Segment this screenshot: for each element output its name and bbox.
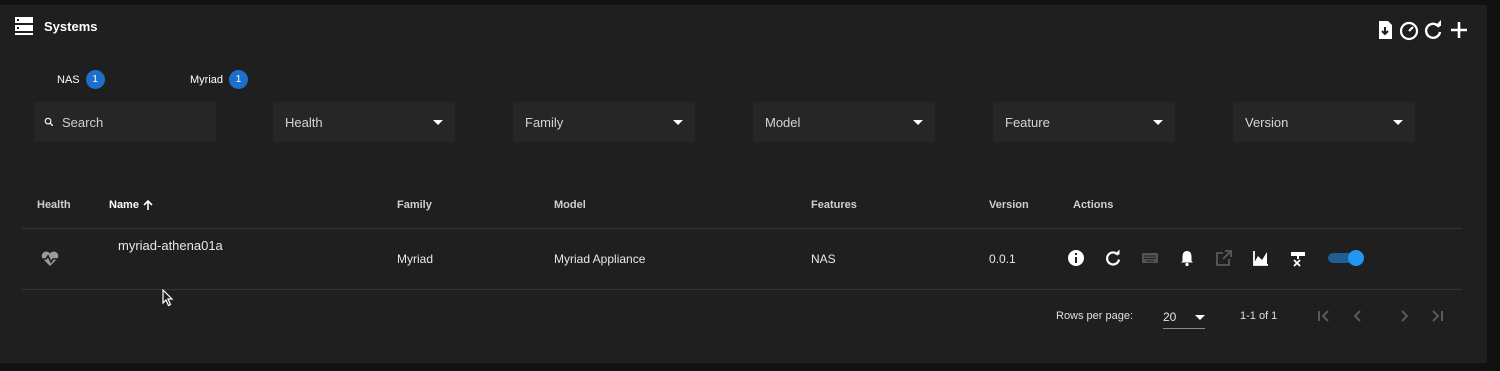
system-name[interactable]: myriad-athena01a (118, 238, 223, 253)
server-icon (15, 17, 33, 35)
dropdown-arrow-icon (1195, 314, 1205, 320)
tab-myriad[interactable]: Myriad 1 (190, 70, 249, 89)
features-cell: NAS (811, 252, 836, 266)
first-page-icon[interactable] (1315, 307, 1333, 325)
version-filter-label: Version (1245, 114, 1289, 130)
tab-nas[interactable]: NAS 1 (57, 70, 105, 89)
header-divider (22, 228, 1462, 229)
add-icon[interactable] (1448, 19, 1470, 41)
dropdown-arrow-icon (433, 119, 443, 125)
search-field[interactable] (34, 102, 216, 142)
count-badge: 1 (229, 70, 249, 89)
family-cell: Myriad (397, 252, 434, 266)
version-cell: 0.0.1 (989, 252, 1016, 266)
feature-filter[interactable]: Feature (993, 102, 1175, 142)
model-filter[interactable]: Model (753, 102, 935, 142)
column-header-name-label: Name (109, 199, 139, 211)
chart-icon[interactable] (1252, 249, 1270, 267)
sort-ascending-icon (143, 199, 153, 210)
open-external-icon (1216, 250, 1232, 266)
family-filter-label: Family (525, 114, 564, 130)
column-header-model[interactable]: Model (554, 199, 586, 211)
dropdown-arrow-icon (673, 119, 683, 125)
reload-icon[interactable] (1104, 249, 1122, 267)
search-icon (44, 117, 54, 127)
column-header-actions: Actions (1073, 199, 1114, 211)
search-input[interactable] (60, 113, 204, 131)
health-filter-label: Health (285, 114, 323, 130)
count-badge: 1 (85, 70, 105, 89)
refresh-icon[interactable] (1422, 19, 1444, 41)
version-filter[interactable]: Version (1233, 102, 1415, 142)
rows-per-page-label: Rows per page: (1056, 310, 1134, 322)
bell-icon[interactable] (1178, 249, 1196, 267)
toggle-thumb (1348, 250, 1364, 266)
model-filter-label: Model (765, 114, 801, 130)
rows-per-page-value: 20 (1163, 310, 1177, 324)
row-divider (22, 289, 1462, 290)
feature-filter-label: Feature (1005, 114, 1050, 130)
download-report-icon[interactable] (1374, 19, 1396, 41)
tab-label: NAS (57, 73, 80, 86)
pagination-range: 1-1 of 1 (1240, 310, 1278, 322)
rows-per-page-select[interactable]: 20 (1163, 306, 1205, 329)
disconnect-icon[interactable] (1289, 249, 1307, 267)
dropdown-arrow-icon (1393, 119, 1403, 125)
gauge-icon[interactable] (1398, 19, 1420, 41)
previous-page-icon[interactable] (1349, 307, 1367, 325)
column-header-features[interactable]: Features (811, 199, 857, 211)
last-page-icon[interactable] (1428, 307, 1446, 325)
tab-label: Myriad (190, 73, 224, 86)
next-page-icon[interactable] (1395, 307, 1413, 325)
enable-toggle[interactable] (1328, 250, 1364, 266)
keyboard-icon (1142, 253, 1158, 263)
mouse-cursor-icon (162, 289, 174, 307)
model-cell: Myriad Appliance (554, 252, 646, 266)
column-header-name[interactable]: Name (109, 199, 154, 211)
page-title: Systems (44, 19, 98, 34)
health-filter[interactable]: Health (273, 102, 455, 142)
column-header-version[interactable]: Version (989, 199, 1029, 211)
column-header-health[interactable]: Health (37, 199, 71, 211)
heartbeat-icon (41, 251, 59, 266)
dropdown-arrow-icon (1153, 119, 1163, 125)
info-icon[interactable] (1067, 249, 1085, 267)
column-header-family[interactable]: Family (397, 199, 432, 211)
family-filter[interactable]: Family (513, 102, 695, 142)
dropdown-arrow-icon (913, 119, 923, 125)
